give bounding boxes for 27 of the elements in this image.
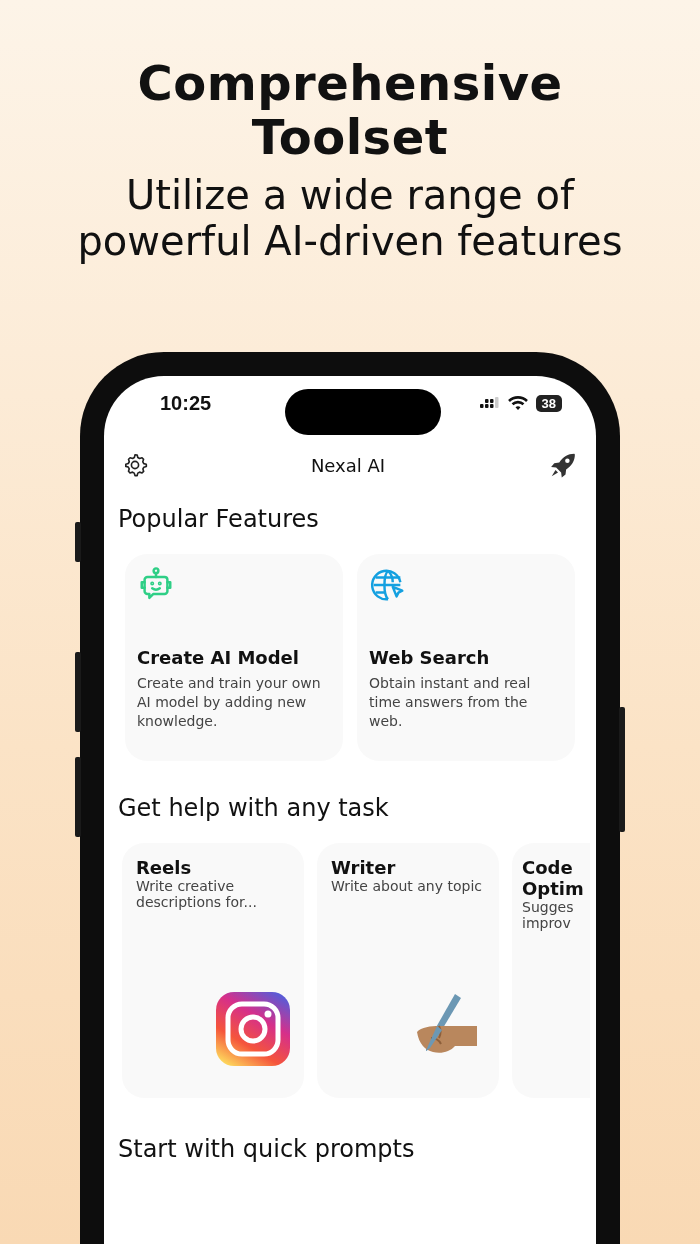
wifi-icon xyxy=(507,396,528,410)
task-card[interactable]: Reels Write creative descriptions for... xyxy=(122,843,304,1098)
battery-icon: 38 xyxy=(535,394,562,412)
app-title: Nexal AI xyxy=(310,454,386,476)
card-description: Create and train your own AI model by adding new knowledge. xyxy=(137,674,322,731)
feature-card[interactable]: Create AI Model Create and train your own AI model by adding new knowledge. xyxy=(125,554,343,761)
card-title: Code Optim xyxy=(522,857,585,899)
card-title: Create AI Model xyxy=(137,646,300,670)
signal-icon xyxy=(479,397,500,409)
section-heading: Popular Features xyxy=(118,504,320,534)
headline: Comprehensive Toolset xyxy=(136,56,564,164)
section-heading: Start with quick prompts xyxy=(118,1134,416,1164)
task-card[interactable]: Writer Write about any topic xyxy=(317,843,499,1098)
card-description: Write about any topic xyxy=(331,878,483,894)
feature-card[interactable]: Web Search Obtain instant and real time answers from the web. xyxy=(357,554,575,761)
card-title: Web Search xyxy=(369,646,491,670)
camera-logo-icon xyxy=(216,992,290,1066)
card-title: Writer xyxy=(331,857,397,878)
card-description: Sugges improv xyxy=(522,899,575,931)
task-card[interactable]: Code Optim Sugges improv xyxy=(512,843,590,1098)
subheadline: Utilize a wide range of powerful AI-driven features xyxy=(76,172,624,264)
settings-icon[interactable] xyxy=(122,452,148,478)
card-description: Write creative descriptions for... xyxy=(136,878,258,910)
status-time: 10:25 xyxy=(160,391,213,415)
card-title: Reels xyxy=(136,857,193,878)
card-description: Obtain instant and real time answers from the web. xyxy=(369,674,532,731)
section-heading: Get help with any task xyxy=(118,793,390,823)
